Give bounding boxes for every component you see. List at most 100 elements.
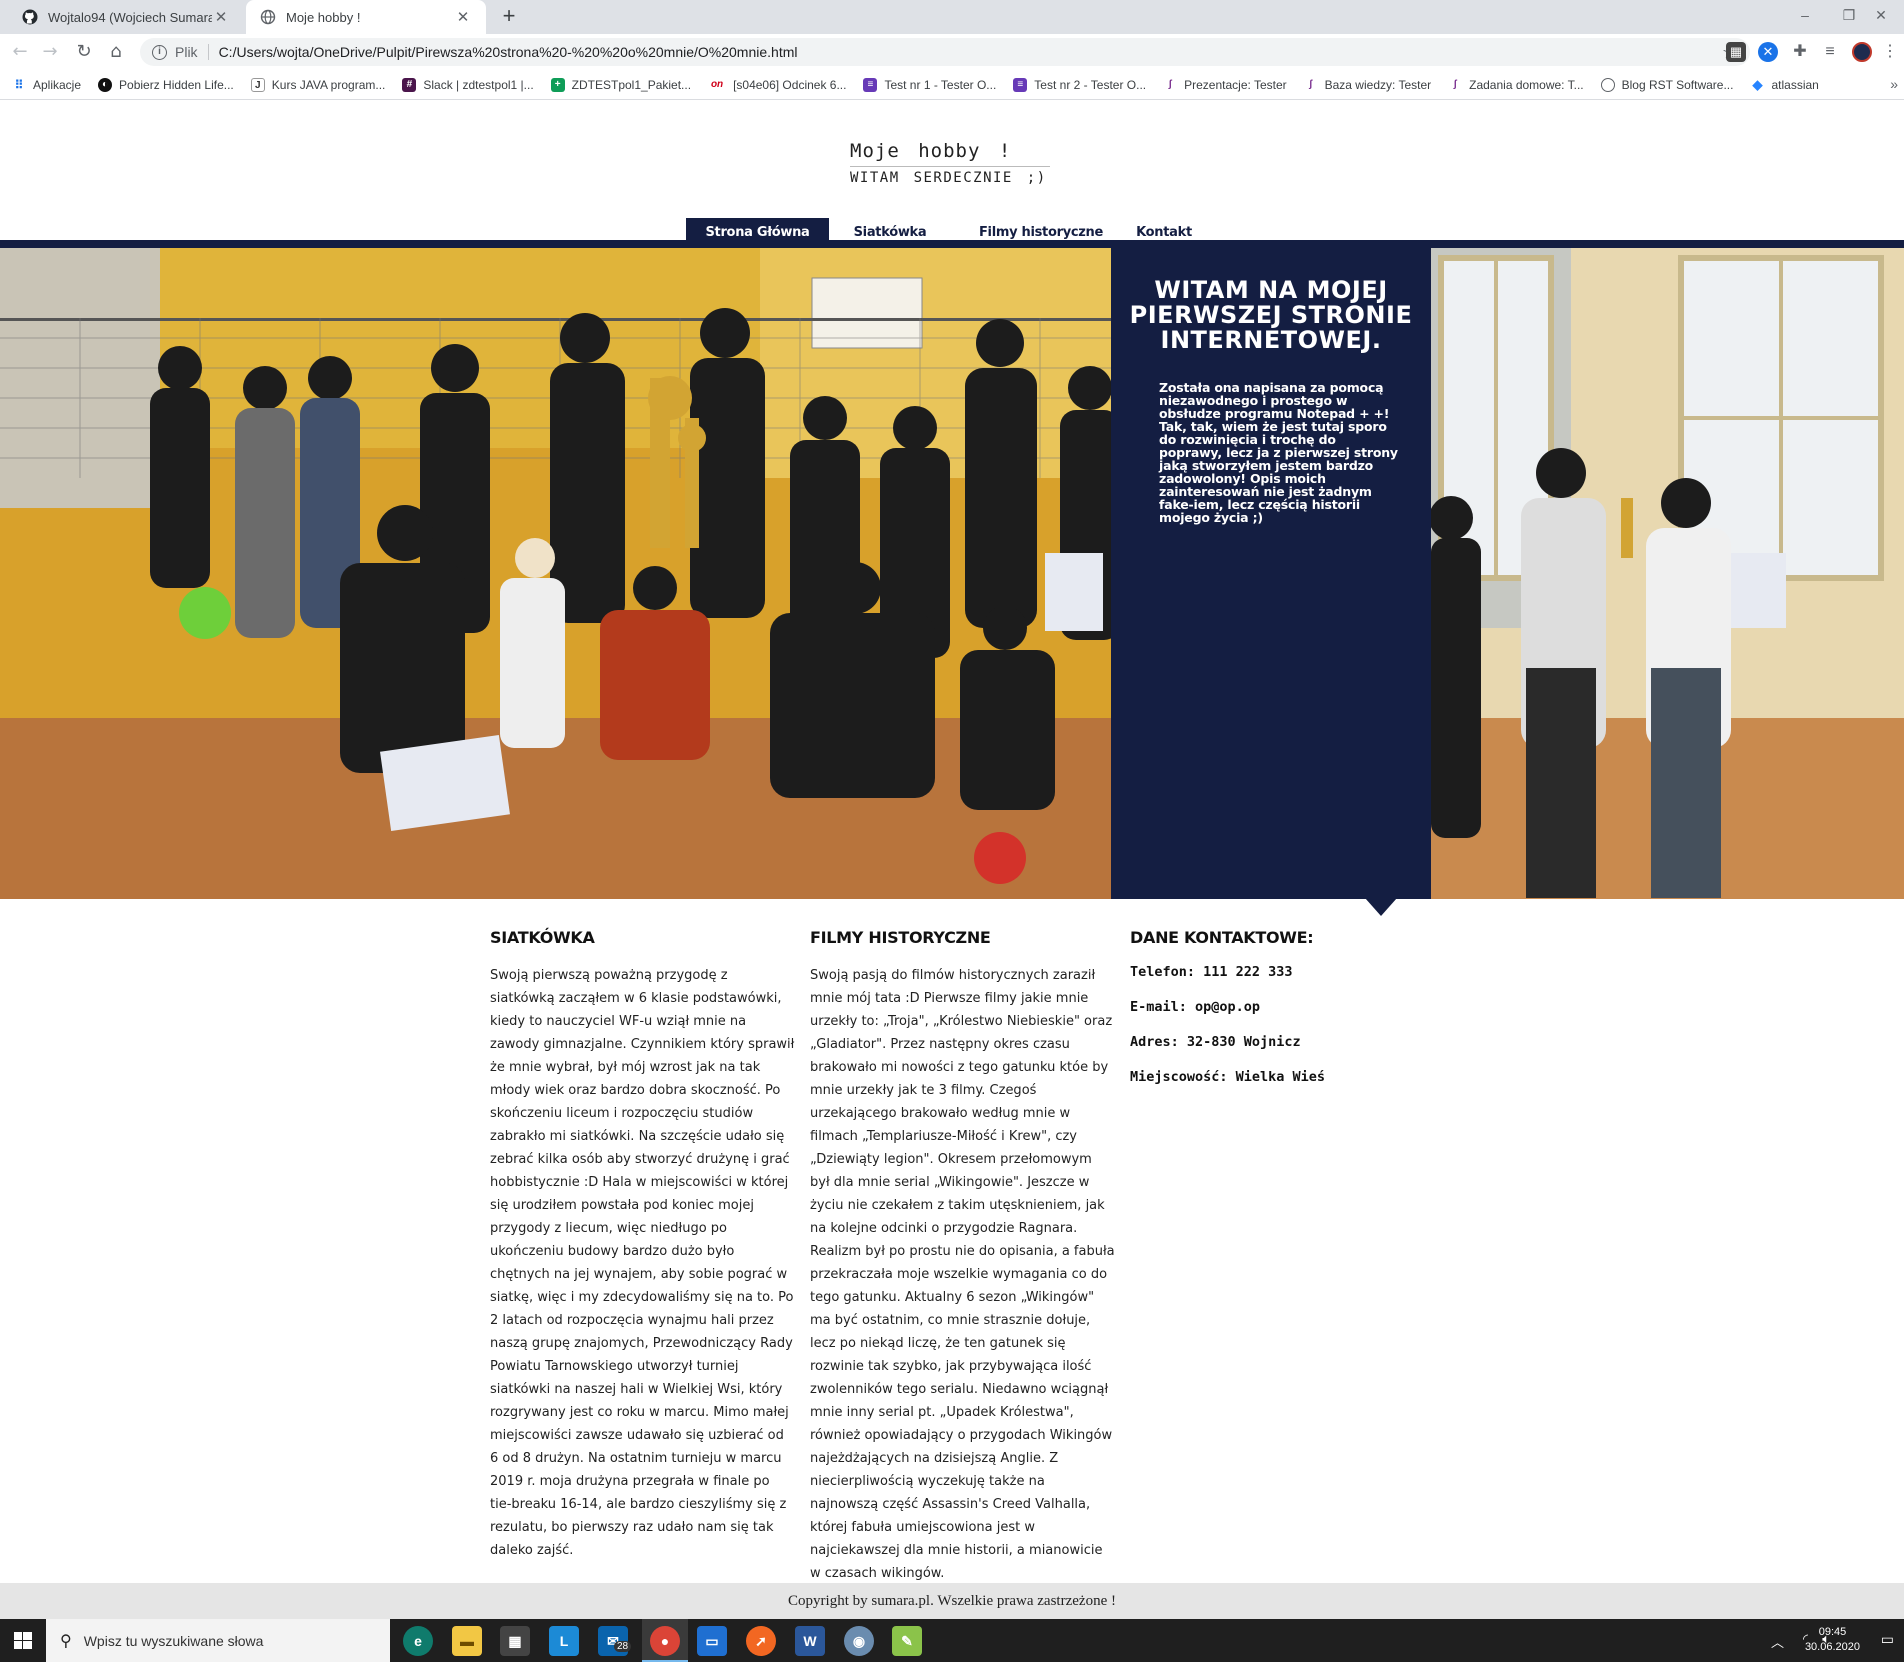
contact-city: Miejscowość: Wielka Wieś xyxy=(1130,1069,1326,1085)
browser-tab-strip: Wojtalo94 (Wojciech Sumara) ✕ Moje hobby… xyxy=(0,0,1904,34)
mail-badge: 28 xyxy=(614,1641,632,1652)
start-button[interactable] xyxy=(0,1619,46,1662)
bookmark-item[interactable]: Blog RST Software... xyxy=(1600,77,1733,92)
bookmark-item[interactable]: ◆ atlassian xyxy=(1750,76,1819,92)
hero-text-box: WITAM NA MOJEJ PIERWSZEJ STRONIE INTERNE… xyxy=(1111,248,1431,899)
nav-item-home[interactable]: Strona Główna xyxy=(686,218,829,248)
menu-dots-icon[interactable]: ⋮ xyxy=(1880,42,1900,62)
word-icon[interactable]: W xyxy=(795,1626,825,1656)
hero-pointer-arrow xyxy=(1365,898,1397,916)
hidden-life-icon: ◐ xyxy=(98,77,113,92)
contact-section: DANE KONTAKTOWE: Telefon: 111 222 333 E-… xyxy=(1130,928,1435,1095)
moodle-icon: ʃ xyxy=(1308,78,1313,90)
browser-toolbar: ← → ↻ ⌂ i Plik C:/Users/wojta/OneDrive/P… xyxy=(0,34,1904,70)
home-icon[interactable]: ⌂ xyxy=(104,40,128,64)
java-icon: J xyxy=(250,77,265,92)
bookmark-label: Kurs JAVA program... xyxy=(271,77,386,92)
bookmark-label: atlassian xyxy=(1771,77,1819,92)
close-tab-icon[interactable]: ✕ xyxy=(454,8,472,26)
page-footer: Copyright by sumara.pl. Wszelkie prawa z… xyxy=(0,1583,1904,1619)
hero-heading: WITAM NA MOJEJ PIERWSZEJ STRONIE INTERNE… xyxy=(1129,276,1413,354)
store-icon[interactable]: ▦ xyxy=(500,1626,530,1656)
bookmark-item[interactable]: on [s04e06] Odcinek 6... xyxy=(708,77,847,92)
puzzle-icon[interactable]: ✚ xyxy=(1790,42,1810,62)
hero-paragraph: Została ona napisana za pomocą niezawodn… xyxy=(1159,380,1398,525)
bookmark-item[interactable]: ʃ Baza wiedzy: Tester xyxy=(1304,78,1431,92)
tray-chevron-icon[interactable]: ︿ xyxy=(1771,1632,1784,1651)
bookmark-label: Test nr 2 - Tester O... xyxy=(1034,77,1147,92)
chrome-icon[interactable]: ● xyxy=(650,1626,680,1656)
site-subtitle: WITAM SERDECZNIE ;) xyxy=(850,170,1047,186)
search-placeholder: Wpisz tu wyszukiwane słowa xyxy=(83,1632,264,1649)
bookmark-label: ZDTESTpol1_Pakiet... xyxy=(571,77,692,92)
moodle-icon: ʃ xyxy=(1168,78,1172,90)
browser-tab-moje-hobby[interactable]: Moje hobby ! ✕ xyxy=(246,0,486,34)
edge-icon[interactable]: e xyxy=(403,1626,433,1656)
browser-tab-github[interactable]: Wojtalo94 (Wojciech Sumara) ✕ xyxy=(8,0,244,34)
nav-item-contact[interactable]: Kontakt xyxy=(1130,218,1198,242)
nav-underline xyxy=(0,240,1904,248)
tab-title: Wojtalo94 (Wojciech Sumara) xyxy=(48,9,212,25)
taskbar-clock[interactable]: 09:45 30.06.2020 xyxy=(1805,1625,1860,1655)
movies-heading: FILMY HISTORYCZNE xyxy=(810,928,991,947)
bookmark-label: Test nr 1 - Tester O... xyxy=(884,77,997,92)
reload-icon[interactable]: ↻ xyxy=(72,40,96,64)
bookmark-item[interactable]: ʃ Zadania domowe: T... xyxy=(1448,77,1584,92)
contact-email: E-mail: op@op.op xyxy=(1130,999,1261,1015)
nav-item-movies[interactable]: Filmy historyczne xyxy=(962,218,1120,242)
clock-date: 30.06.2020 xyxy=(1804,1641,1860,1653)
file-explorer-icon[interactable]: ▬ xyxy=(452,1626,482,1656)
bookmark-item[interactable]: ≡ Test nr 2 - Tester O... xyxy=(1013,77,1147,92)
contact-address: Adres: 32-830 Wojnicz xyxy=(1130,1034,1301,1050)
bookmark-item[interactable]: + ZDTESTpol1_Pakiet... xyxy=(550,77,692,92)
new-tab-button[interactable]: + xyxy=(496,4,522,30)
bookmarks-more-button[interactable]: » xyxy=(1890,76,1898,92)
globe-icon xyxy=(1600,77,1615,92)
close-window-button[interactable]: ✕ xyxy=(1858,2,1904,28)
bookmark-item[interactable]: ≡ Test nr 1 - Tester O... xyxy=(863,77,997,92)
github-icon xyxy=(22,9,38,25)
atlassian-icon: ◆ xyxy=(1752,76,1763,92)
bookmark-label: Zadania domowe: T... xyxy=(1469,77,1584,92)
address-bar[interactable]: i Plik C:/Users/wojta/OneDrive/Pulpit/Pi… xyxy=(140,38,1750,66)
form-icon: ≡ xyxy=(1013,77,1028,92)
info-icon[interactable]: i xyxy=(152,44,167,60)
bookmark-label: [s04e06] Odcinek 6... xyxy=(733,77,847,92)
bookmark-item[interactable]: ʃ Prezentacje: Tester xyxy=(1163,78,1286,92)
notepad-plus-icon[interactable]: ✎ xyxy=(892,1626,922,1656)
hero-section: WITAM NA MOJEJ PIERWSZEJ STRONIE INTERNE… xyxy=(0,248,1904,899)
bookmark-label: Pobierz Hidden Life... xyxy=(119,77,234,92)
site-title: Moje hobby ! xyxy=(850,140,1050,167)
minimize-button[interactable]: – xyxy=(1782,2,1828,28)
lingo-icon[interactable]: L xyxy=(549,1626,579,1656)
notifications-icon[interactable]: ▭ xyxy=(1881,1631,1894,1648)
bookmark-item[interactable]: # Slack | zdtestpol1 |... xyxy=(402,77,534,92)
globe-icon xyxy=(260,9,276,25)
bookmark-item[interactable]: ◐ Pobierz Hidden Life... xyxy=(98,77,234,92)
forward-arrow-icon[interactable]: → xyxy=(38,40,62,64)
bookmark-item[interactable]: J Kurs JAVA program... xyxy=(250,77,386,92)
remote-desktop-icon[interactable]: ▭ xyxy=(697,1626,727,1656)
close-tab-icon[interactable]: ✕ xyxy=(212,8,230,26)
onet-icon: on xyxy=(710,78,724,90)
extension-icon[interactable]: ✕ xyxy=(1758,42,1778,62)
windows-taskbar: ⚲ Wpisz tu wyszukiwane słowa e ▬ ▦ L ✉ 2… xyxy=(0,1619,1904,1662)
eclipse-icon[interactable]: ◉ xyxy=(844,1626,874,1656)
taskbar-search[interactable]: ⚲ Wpisz tu wyszukiwane słowa xyxy=(46,1619,390,1662)
bookmark-item[interactable]: ⠿ Aplikacje xyxy=(12,78,81,92)
nav-item-volleyball[interactable]: Siatkówka xyxy=(840,218,940,242)
volleyball-heading: SIATKÓWKA xyxy=(490,928,595,947)
postman-icon[interactable]: ➚ xyxy=(746,1626,776,1656)
extension-icon[interactable]: ▦ xyxy=(1726,42,1746,62)
site-nav: Strona Główna Siatkówka Filmy historyczn… xyxy=(0,218,1904,248)
slack-icon: # xyxy=(402,77,417,92)
search-icon: ⚲ xyxy=(60,1632,72,1650)
team-photo-right xyxy=(1431,248,1904,899)
form-icon: ≡ xyxy=(863,77,878,92)
media-queue-icon[interactable]: ≡ xyxy=(1820,42,1840,62)
avatar[interactable] xyxy=(1852,42,1872,62)
contact-phone: Telefon: 111 222 333 xyxy=(1130,964,1293,980)
back-arrow-icon[interactable]: ← xyxy=(8,40,32,64)
movies-section: FILMY HISTORYCZNE Swoją pasją do filmów … xyxy=(810,928,1115,1585)
address-url[interactable]: C:/Users/wojta/OneDrive/Pulpit/Pirewsza%… xyxy=(219,44,798,60)
